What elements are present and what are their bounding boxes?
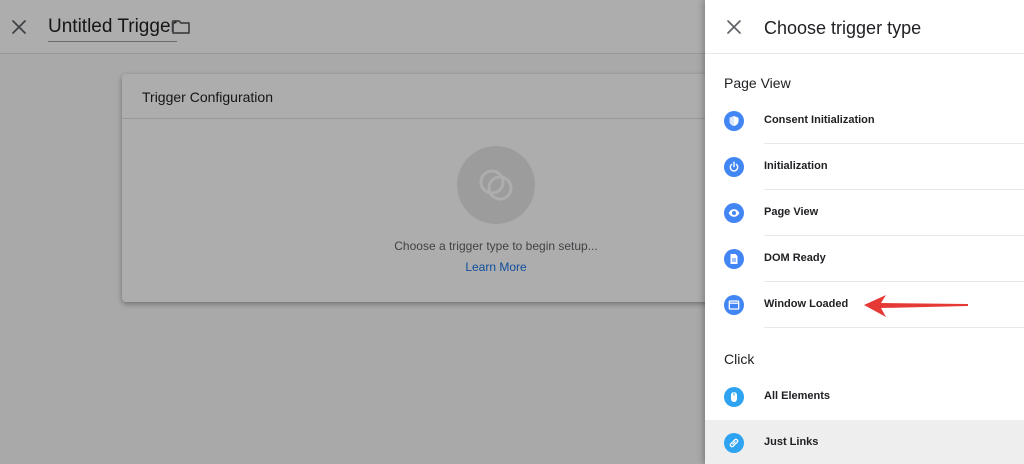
trigger-type-consent-initialization[interactable]: Consent Initialization [705,98,1024,144]
panel-title: Choose trigger type [764,18,922,38]
trigger-type-label: Page View [764,206,819,218]
panel-header: Choose trigger type [705,0,1024,54]
section-label-page-view: Page View [724,75,791,91]
window-icon [724,295,744,315]
choose-trigger-type-panel: Choose trigger type Page View Consent In… [705,0,1024,464]
eye-icon [724,203,744,223]
trigger-type-label: Just Links [764,436,819,448]
close-panel-button[interactable] [725,18,743,36]
trigger-type-dom-ready[interactable]: DOM Ready [705,236,1024,282]
item-divider [764,327,1024,328]
trigger-type-all-elements[interactable]: All Elements [705,374,1024,420]
trigger-type-just-links[interactable]: Just Links [705,420,1024,464]
mouse-icon [724,387,744,407]
trigger-type-label: Window Loaded [764,298,849,310]
trigger-type-label: Initialization [764,160,828,172]
trigger-type-label: DOM Ready [764,252,826,264]
close-icon [727,20,741,34]
document-icon [724,249,744,269]
section-label-click: Click [724,351,755,367]
power-icon [724,157,744,177]
trigger-type-label: All Elements [764,390,831,402]
trigger-type-page-view[interactable]: Page View [705,190,1024,236]
trigger-type-label: Consent Initialization [764,114,875,126]
shield-icon [724,111,744,131]
modal-scrim[interactable] [0,0,705,464]
trigger-editor: Untitled Trigger Trigger Configuration C… [0,0,722,464]
link-icon [724,433,744,453]
trigger-type-initialization[interactable]: Initialization [705,144,1024,190]
annotation-arrow-icon [864,295,968,317]
